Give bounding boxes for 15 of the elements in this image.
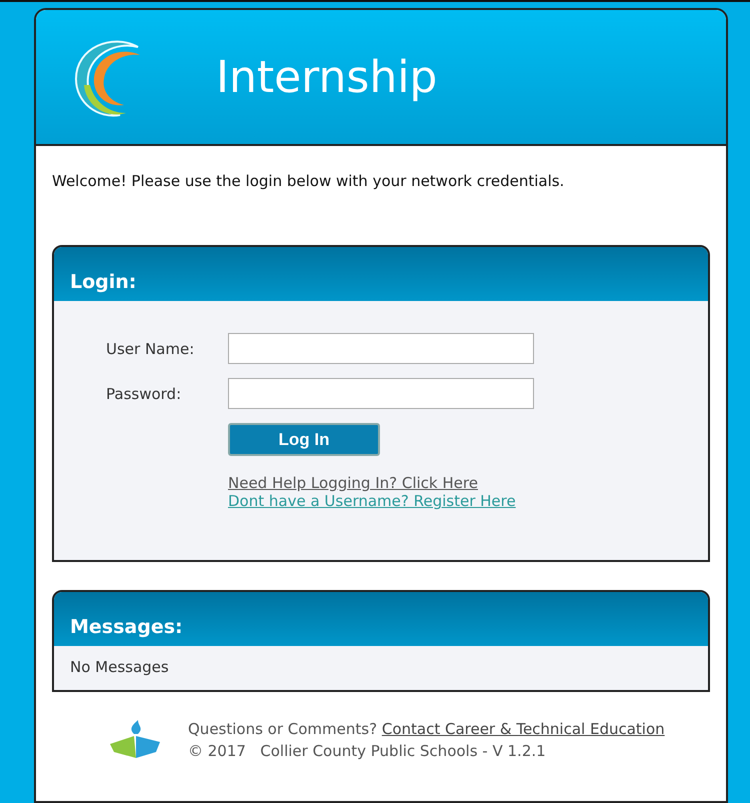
app-title: Internship [216, 52, 438, 102]
field-label: Password: [106, 384, 182, 402]
welcome-message: Welcome! Please use the login below with your network credentials. [52, 172, 566, 190]
book-icon [108, 720, 162, 760]
panel-title: Messages: [70, 616, 183, 638]
panel-title: Login: [70, 271, 136, 293]
input-field[interactable] [228, 333, 534, 364]
input-field[interactable] [228, 378, 534, 409]
help-link[interactable]: Need Help Logging In? Click Here [228, 474, 708, 492]
login-button[interactable]: Log In [228, 423, 380, 456]
contact-link[interactable]: Contact Career & Technical Education [382, 720, 665, 738]
contact-text: Questions or Comments? Contact Career & Technical Education [188, 720, 665, 738]
message-text: No Messages [69, 657, 170, 678]
copyright-text: © 2017 Collier County Public Schools - V 1.2.1 [188, 742, 547, 760]
field-label: User Name: [106, 340, 196, 358]
